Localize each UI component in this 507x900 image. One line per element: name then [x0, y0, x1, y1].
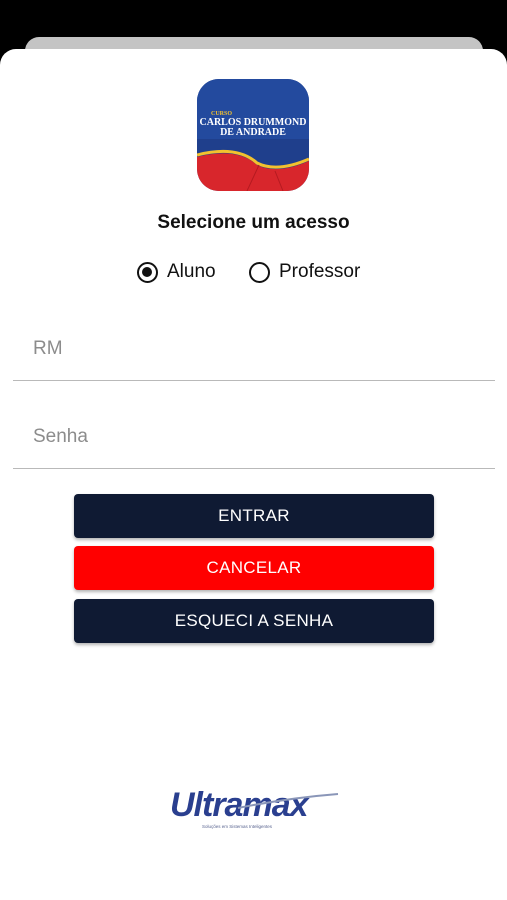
access-radio-group: Aluno Professor	[0, 258, 507, 286]
password-input[interactable]	[33, 426, 473, 448]
password-field	[13, 408, 495, 469]
rm-input[interactable]	[33, 338, 473, 360]
brand-tagline: Soluções em Sistemas Inteligentes	[202, 824, 273, 829]
cancel-button[interactable]: CANCELAR	[74, 546, 434, 590]
school-logo: CURSO CARLOS DRUMMOND DE ANDRADE	[197, 79, 309, 191]
forgot-password-button[interactable]: ESQUECI A SENHA	[74, 599, 434, 643]
ultramax-logo: Ultramax Soluções em Sistemas Inteligent…	[168, 780, 340, 840]
radio-aluno-label: Aluno	[167, 261, 216, 282]
login-button[interactable]: ENTRAR	[74, 494, 434, 538]
radio-checked-icon	[137, 261, 158, 283]
radio-aluno[interactable]: Aluno	[137, 258, 216, 286]
access-title: Selecione um acesso	[157, 212, 350, 233]
brand-name: Ultramax	[170, 786, 311, 824]
radio-professor[interactable]: Professor	[249, 258, 360, 286]
radio-unchecked-icon	[249, 261, 270, 283]
rm-field	[13, 320, 495, 381]
radio-professor-label: Professor	[279, 261, 361, 282]
logo-line3: DE ANDRADE	[220, 127, 286, 138]
